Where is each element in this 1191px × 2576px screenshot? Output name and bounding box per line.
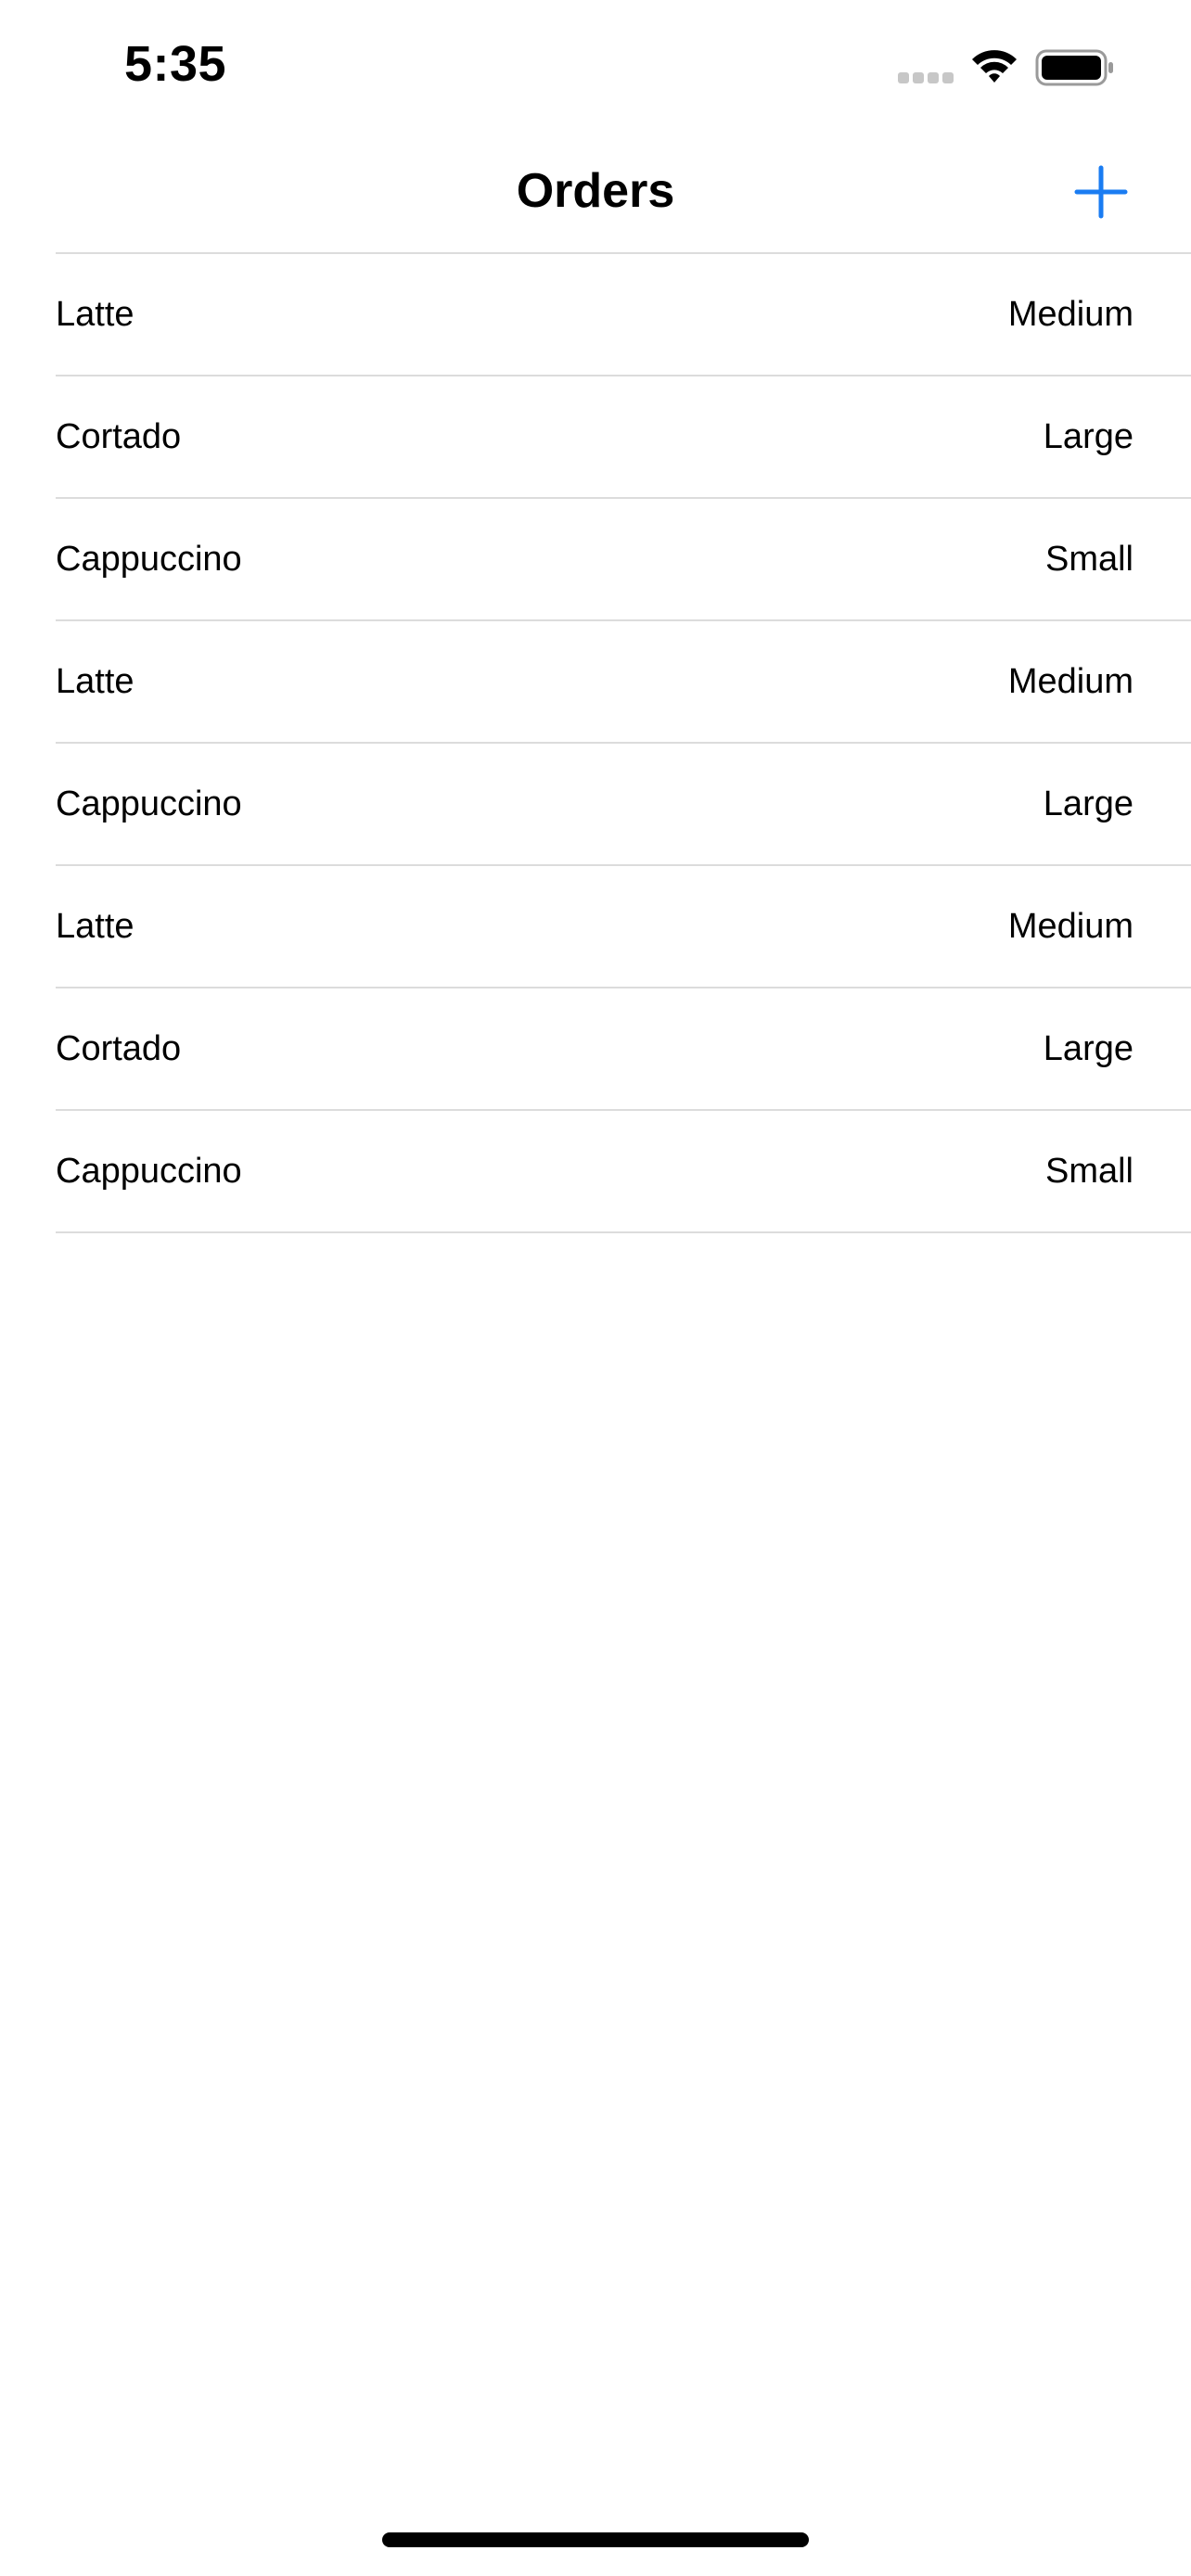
cellular-signal-icon xyxy=(898,72,955,83)
order-size: Small xyxy=(1044,1152,1133,1191)
order-row[interactable]: Cortado Large xyxy=(56,376,1191,499)
page-title: Orders xyxy=(516,164,675,218)
order-drink-name: Cappuccino xyxy=(56,540,242,579)
home-indicator[interactable] xyxy=(382,2532,809,2547)
status-time: 5:35 xyxy=(124,36,227,92)
order-size: Medium xyxy=(1007,907,1133,946)
battery-icon xyxy=(1035,48,1115,87)
order-size: Small xyxy=(1044,540,1133,579)
status-bar: 5:35 xyxy=(0,0,1191,130)
order-drink-name: Cortado xyxy=(56,1029,182,1068)
navigation-bar: Orders xyxy=(0,130,1191,252)
order-drink-name: Latte xyxy=(56,662,134,701)
wifi-icon xyxy=(970,46,1018,85)
order-row[interactable]: Latte Medium xyxy=(56,621,1191,744)
order-row[interactable]: Latte Medium xyxy=(56,254,1191,376)
order-drink-name: Latte xyxy=(56,295,134,334)
plus-icon xyxy=(1074,165,1128,219)
order-size: Large xyxy=(1043,417,1133,456)
order-size: Medium xyxy=(1007,662,1133,701)
order-row[interactable]: Latte Medium xyxy=(56,866,1191,988)
orders-list: Latte Medium Cortado Large Cappuccino Sm… xyxy=(56,252,1191,1233)
order-size: Medium xyxy=(1007,295,1133,334)
order-drink-name: Cortado xyxy=(56,417,182,456)
add-order-button[interactable] xyxy=(1070,161,1132,223)
order-drink-name: Cappuccino xyxy=(56,1152,242,1191)
order-row[interactable]: Cortado Large xyxy=(56,988,1191,1111)
order-row[interactable]: Cappuccino Small xyxy=(56,1111,1191,1233)
order-drink-name: Cappuccino xyxy=(56,784,242,823)
order-size: Large xyxy=(1043,1029,1133,1068)
order-row[interactable]: Cappuccino Large xyxy=(56,744,1191,866)
order-drink-name: Latte xyxy=(56,907,134,946)
order-row[interactable]: Cappuccino Small xyxy=(56,499,1191,621)
order-size: Large xyxy=(1043,784,1133,823)
